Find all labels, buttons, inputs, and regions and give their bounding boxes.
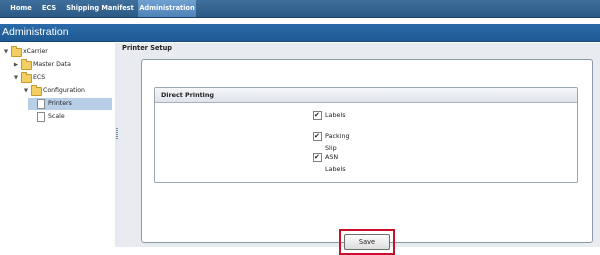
document-icon [37,99,45,109]
tree-item-scale[interactable]: Scale [28,111,112,123]
tree-item-printers[interactable]: Printers [28,98,112,110]
tree-item-configuration[interactable]: ▼ Configuration [2,85,112,97]
direct-printing-section: Direct Printing Labels Packing Slip ASN … [154,87,578,183]
tree-item-label: Scale [48,113,65,120]
collapsed-arrow-icon[interactable]: ▶ [13,59,19,71]
tree-item-label: Printers [48,100,72,107]
nav-home[interactable]: Home [8,0,34,17]
folder-icon [21,72,32,83]
asn-labels-checkbox[interactable] [313,152,322,162]
checkbox-label: Labels [325,111,346,119]
section-title: Direct Printing [161,91,214,99]
printer-setup-panel: Direct Printing Labels Packing Slip ASN … [141,59,593,243]
title-bar: Administration [0,24,600,42]
tree-item-master-data[interactable]: ▶ Master Data [2,59,112,71]
folder-icon [21,59,32,70]
main-content: Printer Setup Direct Printing Labels Pac… [119,43,600,255]
sidebar-tree: ▼ xCarrier ▶ Master Data ▼ ECS ▼ Configu… [0,43,116,247]
splitter-grip-icon[interactable] [116,128,118,140]
nav-shipping-manifest[interactable]: Shipping Manifest [66,0,134,17]
expanded-arrow-icon[interactable]: ▼ [13,72,19,84]
section-header: Direct Printing [155,88,577,103]
packing-slip-checkbox[interactable] [313,131,322,141]
folder-icon [11,46,22,57]
panel-title: Printer Setup [122,44,172,52]
tree-item-xcarrier[interactable]: ▼ xCarrier [2,46,112,58]
nav-administration[interactable]: Administration [138,0,196,17]
tree-item-label: xCarrier [23,48,48,55]
tree-item-label: Master Data [33,61,71,68]
tree-item-ecs[interactable]: ▼ ECS [2,72,112,84]
folder-icon [31,85,42,96]
page-title: Administration [2,26,69,38]
expanded-arrow-icon[interactable]: ▼ [23,85,29,97]
checkbox-label: ASN Labels [325,153,346,173]
expanded-arrow-icon[interactable]: ▼ [3,46,9,58]
top-navigation: Home ECS Shipping Manifest Administratio… [0,0,600,18]
document-icon [37,112,45,122]
nav-ecs[interactable]: ECS [38,0,60,17]
tree-item-label: ECS [33,74,46,81]
save-button[interactable]: Save [344,234,390,250]
tree-item-label: Configuration [43,87,85,94]
save-button-highlight: Save [339,229,395,255]
labels-checkbox[interactable] [313,110,322,120]
